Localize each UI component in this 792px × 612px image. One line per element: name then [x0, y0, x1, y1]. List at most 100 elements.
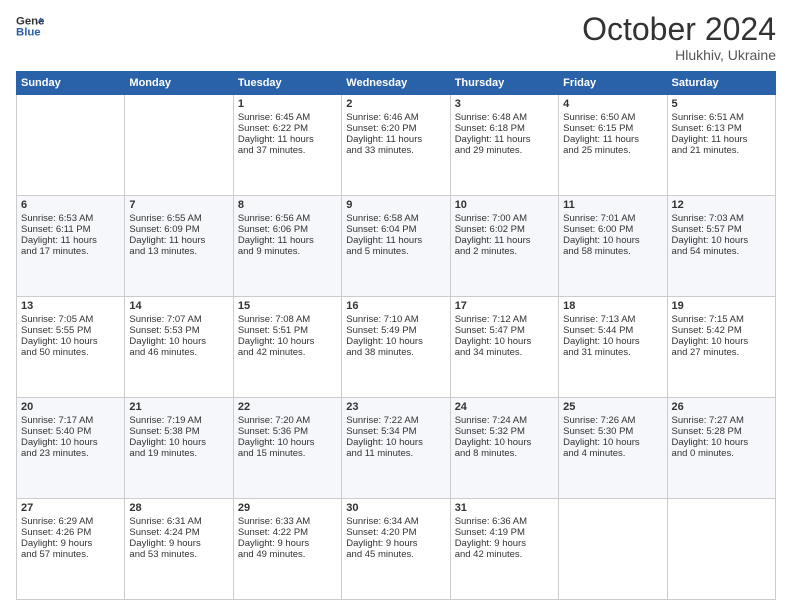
day-number: 3 — [455, 98, 554, 110]
day-info-line: Sunrise: 7:24 AM — [455, 415, 554, 426]
day-info-line: and 49 minutes. — [238, 549, 337, 560]
day-number: 13 — [21, 300, 120, 312]
day-info-line: Sunset: 6:06 PM — [238, 224, 337, 235]
calendar-week-row: 1Sunrise: 6:45 AMSunset: 6:22 PMDaylight… — [17, 95, 776, 196]
day-info-line: Sunset: 5:53 PM — [129, 325, 228, 336]
day-info-line: and 54 minutes. — [672, 246, 771, 257]
table-row: 31Sunrise: 6:36 AMSunset: 4:19 PMDayligh… — [450, 499, 558, 600]
day-info-line: Daylight: 10 hours — [238, 336, 337, 347]
day-info-line: Daylight: 10 hours — [672, 336, 771, 347]
day-info-line: Sunset: 6:18 PM — [455, 123, 554, 134]
day-info-line: Daylight: 11 hours — [455, 134, 554, 145]
table-row — [17, 95, 125, 196]
day-info-line: and 4 minutes. — [563, 448, 662, 459]
day-info-line: Sunset: 5:36 PM — [238, 426, 337, 437]
day-number: 21 — [129, 401, 228, 413]
day-number: 29 — [238, 502, 337, 514]
day-number: 18 — [563, 300, 662, 312]
day-info-line: Daylight: 11 hours — [672, 134, 771, 145]
day-info-line: and 2 minutes. — [455, 246, 554, 257]
table-row: 15 Sunrise: 7:08 AMSunset: 5:51 PMDayligh… — [233, 297, 341, 398]
day-info-line: and 42 minutes. — [455, 549, 554, 560]
day-info-line: Sunrise: 6:53 AM — [21, 213, 120, 224]
logo-icon: General Blue — [16, 12, 44, 40]
day-info-line: Sunrise: 6:58 AM — [346, 213, 445, 224]
day-info-line: and 57 minutes. — [21, 549, 120, 560]
day-info-line: Sunrise: 7:01 AM — [563, 213, 662, 224]
page: General Blue October 2024 Hlukhiv, Ukrai… — [0, 0, 792, 612]
table-row — [559, 499, 667, 600]
day-info-line: Sunrise: 7:20 AM — [238, 415, 337, 426]
day-info-line: Daylight: 9 hours — [21, 538, 120, 549]
day-info-line: Sunrise: 6:46 AM — [346, 112, 445, 123]
day-info-line: Daylight: 11 hours — [238, 134, 337, 145]
day-info-line: Sunset: 6:22 PM — [238, 123, 337, 134]
day-info-line: Daylight: 10 hours — [672, 235, 771, 246]
day-info-line: and 58 minutes. — [563, 246, 662, 257]
col-sunday: Sunday — [17, 72, 125, 95]
table-row: 25Sunrise: 7:26 AMSunset: 5:30 PMDayligh… — [559, 398, 667, 499]
day-info-line: Sunset: 6:11 PM — [21, 224, 120, 235]
day-info-line: and 0 minutes. — [672, 448, 771, 459]
day-number: 7 — [129, 199, 228, 211]
day-info-line: Sunrise: 6:50 AM — [563, 112, 662, 123]
day-number: 22 — [238, 401, 337, 413]
day-info-line: Daylight: 10 hours — [129, 437, 228, 448]
day-number: 26 — [672, 401, 771, 413]
day-info-line: Sunrise: 6:31 AM — [129, 516, 228, 527]
day-number: 20 — [21, 401, 120, 413]
day-info-line: Sunset: 6:00 PM — [563, 224, 662, 235]
svg-text:Blue: Blue — [16, 27, 41, 39]
day-info-line: Daylight: 10 hours — [455, 336, 554, 347]
table-row — [125, 95, 233, 196]
day-info-line: Sunset: 4:24 PM — [129, 527, 228, 538]
calendar-week-row: 6Sunrise: 6:53 AMSunset: 6:11 PMDaylight… — [17, 196, 776, 297]
table-row: 7Sunrise: 6:55 AMSunset: 6:09 PMDaylight… — [125, 196, 233, 297]
day-info-line: Sunset: 6:20 PM — [346, 123, 445, 134]
day-number: 23 — [346, 401, 445, 413]
day-info-line: Sunset: 5:55 PM — [21, 325, 120, 336]
day-info-line: Sunset: 5:40 PM — [21, 426, 120, 437]
day-info-line: Daylight: 11 hours — [563, 134, 662, 145]
day-info-line: Daylight: 11 hours — [346, 235, 445, 246]
day-number: 9 — [346, 199, 445, 211]
table-row: 6 Sunrise: 6:53 AMSunset: 6:11 PMDaylight… — [17, 196, 125, 297]
day-info-line: Sunrise: 7:00 AM — [455, 213, 554, 224]
day-info-line: Sunrise: 7:08 AM — [238, 314, 337, 325]
day-number: 4 — [563, 98, 662, 110]
table-row: 23Sunrise: 7:22 AMSunset: 5:34 PMDayligh… — [342, 398, 450, 499]
day-number: 28 — [129, 502, 228, 514]
table-row: 19Sunrise: 7:15 AMSunset: 5:42 PMDayligh… — [667, 297, 775, 398]
table-row: 18Sunrise: 7:13 AMSunset: 5:44 PMDayligh… — [559, 297, 667, 398]
day-number: 8 — [238, 199, 337, 211]
month-title: October 2024 — [582, 12, 776, 47]
day-number: 25 — [563, 401, 662, 413]
day-number: 15 — [238, 300, 337, 312]
day-number: 6 — [21, 199, 120, 211]
day-info-line: Daylight: 9 hours — [455, 538, 554, 549]
day-info-line: Daylight: 11 hours — [21, 235, 120, 246]
day-info-line: Sunrise: 7:13 AM — [563, 314, 662, 325]
day-info-line: Sunset: 5:44 PM — [563, 325, 662, 336]
day-info-line: and 45 minutes. — [346, 549, 445, 560]
day-info-line: Daylight: 9 hours — [346, 538, 445, 549]
day-info-line: Sunset: 6:02 PM — [455, 224, 554, 235]
table-row: 24Sunrise: 7:24 AMSunset: 5:32 PMDayligh… — [450, 398, 558, 499]
day-info-line: Sunset: 5:47 PM — [455, 325, 554, 336]
calendar-week-row: 27Sunrise: 6:29 AMSunset: 4:26 PMDayligh… — [17, 499, 776, 600]
table-row — [667, 499, 775, 600]
day-info-line: Sunrise: 6:29 AM — [21, 516, 120, 527]
day-info-line: and 34 minutes. — [455, 347, 554, 358]
day-info-line: Sunset: 5:34 PM — [346, 426, 445, 437]
day-info-line: Sunset: 6:09 PM — [129, 224, 228, 235]
day-info-line: Daylight: 10 hours — [563, 437, 662, 448]
day-info-line: and 27 minutes. — [672, 347, 771, 358]
day-info-line: Sunset: 5:51 PM — [238, 325, 337, 336]
day-info-line: Sunrise: 6:55 AM — [129, 213, 228, 224]
day-number: 24 — [455, 401, 554, 413]
day-info-line: Sunset: 5:38 PM — [129, 426, 228, 437]
day-info-line: Sunrise: 7:10 AM — [346, 314, 445, 325]
day-info-line: Daylight: 9 hours — [129, 538, 228, 549]
day-info-line: and 37 minutes. — [238, 145, 337, 156]
day-info-line: Sunset: 4:22 PM — [238, 527, 337, 538]
